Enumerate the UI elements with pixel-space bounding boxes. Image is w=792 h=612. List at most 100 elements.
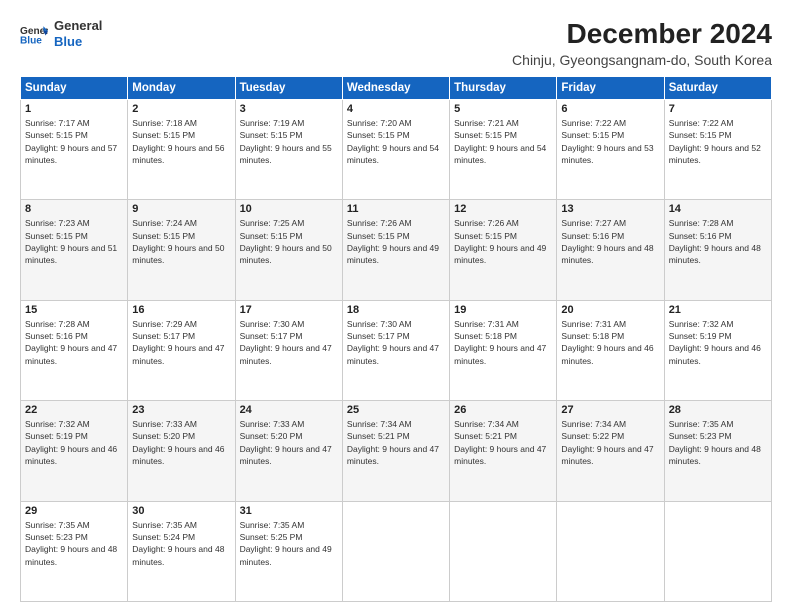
sunrise-text: Sunrise: 7:30 AM xyxy=(347,319,412,329)
col-sunday: Sunday xyxy=(21,77,128,100)
day-number: 24 xyxy=(240,404,338,416)
day-info: Sunrise: 7:35 AM Sunset: 5:23 PM Dayligh… xyxy=(25,519,123,568)
sunrise-text: Sunrise: 7:22 AM xyxy=(669,118,734,128)
day-info: Sunrise: 7:31 AM Sunset: 5:18 PM Dayligh… xyxy=(561,318,659,367)
calendar-table: Sunday Monday Tuesday Wednesday Thursday… xyxy=(20,76,772,602)
day-info: Sunrise: 7:34 AM Sunset: 5:21 PM Dayligh… xyxy=(454,418,552,467)
day-info: Sunrise: 7:25 AM Sunset: 5:15 PM Dayligh… xyxy=(240,217,338,266)
day-number: 3 xyxy=(240,103,338,115)
day-info: Sunrise: 7:31 AM Sunset: 5:18 PM Dayligh… xyxy=(454,318,552,367)
day-info: Sunrise: 7:35 AM Sunset: 5:24 PM Dayligh… xyxy=(132,519,230,568)
sunrise-text: Sunrise: 7:35 AM xyxy=(669,419,734,429)
day-number: 17 xyxy=(240,304,338,316)
day-number: 9 xyxy=(132,203,230,215)
table-row: 11 Sunrise: 7:26 AM Sunset: 5:15 PM Dayl… xyxy=(342,200,449,300)
daylight-text: Daylight: 9 hours and 50 minutes. xyxy=(132,243,224,265)
sunrise-text: Sunrise: 7:33 AM xyxy=(132,419,197,429)
day-number: 28 xyxy=(669,404,767,416)
daylight-text: Daylight: 9 hours and 48 minutes. xyxy=(561,243,653,265)
day-info: Sunrise: 7:22 AM Sunset: 5:15 PM Dayligh… xyxy=(669,117,767,166)
day-info: Sunrise: 7:19 AM Sunset: 5:15 PM Dayligh… xyxy=(240,117,338,166)
table-row: 8 Sunrise: 7:23 AM Sunset: 5:15 PM Dayli… xyxy=(21,200,128,300)
sunset-text: Sunset: 5:16 PM xyxy=(669,231,732,241)
daylight-text: Daylight: 9 hours and 48 minutes. xyxy=(669,444,761,466)
sunset-text: Sunset: 5:21 PM xyxy=(454,431,517,441)
day-number: 15 xyxy=(25,304,123,316)
table-row: 19 Sunrise: 7:31 AM Sunset: 5:18 PM Dayl… xyxy=(450,300,557,400)
daylight-text: Daylight: 9 hours and 46 minutes. xyxy=(132,444,224,466)
day-number: 12 xyxy=(454,203,552,215)
day-number: 1 xyxy=(25,103,123,115)
table-row: 16 Sunrise: 7:29 AM Sunset: 5:17 PM Dayl… xyxy=(128,300,235,400)
table-row: 4 Sunrise: 7:20 AM Sunset: 5:15 PM Dayli… xyxy=(342,100,449,200)
table-row xyxy=(557,501,664,601)
sunrise-text: Sunrise: 7:21 AM xyxy=(454,118,519,128)
sunset-text: Sunset: 5:16 PM xyxy=(561,231,624,241)
sunrise-text: Sunrise: 7:34 AM xyxy=(561,419,626,429)
day-info: Sunrise: 7:21 AM Sunset: 5:15 PM Dayligh… xyxy=(454,117,552,166)
daylight-text: Daylight: 9 hours and 49 minutes. xyxy=(240,544,332,566)
table-row: 13 Sunrise: 7:27 AM Sunset: 5:16 PM Dayl… xyxy=(557,200,664,300)
sunrise-text: Sunrise: 7:18 AM xyxy=(132,118,197,128)
table-row: 24 Sunrise: 7:33 AM Sunset: 5:20 PM Dayl… xyxy=(235,401,342,501)
table-row: 2 Sunrise: 7:18 AM Sunset: 5:15 PM Dayli… xyxy=(128,100,235,200)
table-row: 28 Sunrise: 7:35 AM Sunset: 5:23 PM Dayl… xyxy=(664,401,771,501)
table-row: 22 Sunrise: 7:32 AM Sunset: 5:19 PM Dayl… xyxy=(21,401,128,501)
day-number: 10 xyxy=(240,203,338,215)
sunrise-text: Sunrise: 7:17 AM xyxy=(25,118,90,128)
sunrise-text: Sunrise: 7:25 AM xyxy=(240,218,305,228)
calendar-row-3: 22 Sunrise: 7:32 AM Sunset: 5:19 PM Dayl… xyxy=(21,401,772,501)
sunset-text: Sunset: 5:17 PM xyxy=(347,331,410,341)
sunrise-text: Sunrise: 7:31 AM xyxy=(454,319,519,329)
sunset-text: Sunset: 5:15 PM xyxy=(132,231,195,241)
table-row: 15 Sunrise: 7:28 AM Sunset: 5:16 PM Dayl… xyxy=(21,300,128,400)
day-number: 18 xyxy=(347,304,445,316)
daylight-text: Daylight: 9 hours and 47 minutes. xyxy=(25,343,117,365)
sunrise-text: Sunrise: 7:26 AM xyxy=(347,218,412,228)
day-number: 14 xyxy=(669,203,767,215)
day-info: Sunrise: 7:35 AM Sunset: 5:25 PM Dayligh… xyxy=(240,519,338,568)
logo: General Blue General Blue xyxy=(20,18,102,49)
sunset-text: Sunset: 5:17 PM xyxy=(132,331,195,341)
table-row: 12 Sunrise: 7:26 AM Sunset: 5:15 PM Dayl… xyxy=(450,200,557,300)
table-row: 27 Sunrise: 7:34 AM Sunset: 5:22 PM Dayl… xyxy=(557,401,664,501)
sunrise-text: Sunrise: 7:22 AM xyxy=(561,118,626,128)
sunrise-text: Sunrise: 7:35 AM xyxy=(132,520,197,530)
col-monday: Monday xyxy=(128,77,235,100)
day-number: 22 xyxy=(25,404,123,416)
calendar-row-4: 29 Sunrise: 7:35 AM Sunset: 5:23 PM Dayl… xyxy=(21,501,772,601)
sunset-text: Sunset: 5:15 PM xyxy=(132,130,195,140)
daylight-text: Daylight: 9 hours and 49 minutes. xyxy=(454,243,546,265)
day-info: Sunrise: 7:18 AM Sunset: 5:15 PM Dayligh… xyxy=(132,117,230,166)
sunset-text: Sunset: 5:15 PM xyxy=(669,130,732,140)
daylight-text: Daylight: 9 hours and 47 minutes. xyxy=(132,343,224,365)
title-block: December 2024 Chinju, Gyeongsangnam-do, … xyxy=(512,18,772,68)
sunset-text: Sunset: 5:21 PM xyxy=(347,431,410,441)
day-number: 27 xyxy=(561,404,659,416)
table-row: 23 Sunrise: 7:33 AM Sunset: 5:20 PM Dayl… xyxy=(128,401,235,501)
day-info: Sunrise: 7:29 AM Sunset: 5:17 PM Dayligh… xyxy=(132,318,230,367)
daylight-text: Daylight: 9 hours and 46 minutes. xyxy=(25,444,117,466)
day-info: Sunrise: 7:26 AM Sunset: 5:15 PM Dayligh… xyxy=(454,217,552,266)
day-info: Sunrise: 7:24 AM Sunset: 5:15 PM Dayligh… xyxy=(132,217,230,266)
sunset-text: Sunset: 5:23 PM xyxy=(25,532,88,542)
day-info: Sunrise: 7:30 AM Sunset: 5:17 PM Dayligh… xyxy=(240,318,338,367)
daylight-text: Daylight: 9 hours and 48 minutes. xyxy=(25,544,117,566)
daylight-text: Daylight: 9 hours and 47 minutes. xyxy=(454,343,546,365)
sunset-text: Sunset: 5:15 PM xyxy=(454,231,517,241)
day-info: Sunrise: 7:28 AM Sunset: 5:16 PM Dayligh… xyxy=(25,318,123,367)
sunset-text: Sunset: 5:15 PM xyxy=(240,130,303,140)
sunset-text: Sunset: 5:25 PM xyxy=(240,532,303,542)
sunrise-text: Sunrise: 7:24 AM xyxy=(132,218,197,228)
day-info: Sunrise: 7:20 AM Sunset: 5:15 PM Dayligh… xyxy=(347,117,445,166)
day-info: Sunrise: 7:28 AM Sunset: 5:16 PM Dayligh… xyxy=(669,217,767,266)
table-row: 26 Sunrise: 7:34 AM Sunset: 5:21 PM Dayl… xyxy=(450,401,557,501)
col-tuesday: Tuesday xyxy=(235,77,342,100)
table-row: 9 Sunrise: 7:24 AM Sunset: 5:15 PM Dayli… xyxy=(128,200,235,300)
sunrise-text: Sunrise: 7:31 AM xyxy=(561,319,626,329)
daylight-text: Daylight: 9 hours and 47 minutes. xyxy=(561,444,653,466)
day-number: 2 xyxy=(132,103,230,115)
daylight-text: Daylight: 9 hours and 53 minutes. xyxy=(561,143,653,165)
sunset-text: Sunset: 5:24 PM xyxy=(132,532,195,542)
sunrise-text: Sunrise: 7:29 AM xyxy=(132,319,197,329)
